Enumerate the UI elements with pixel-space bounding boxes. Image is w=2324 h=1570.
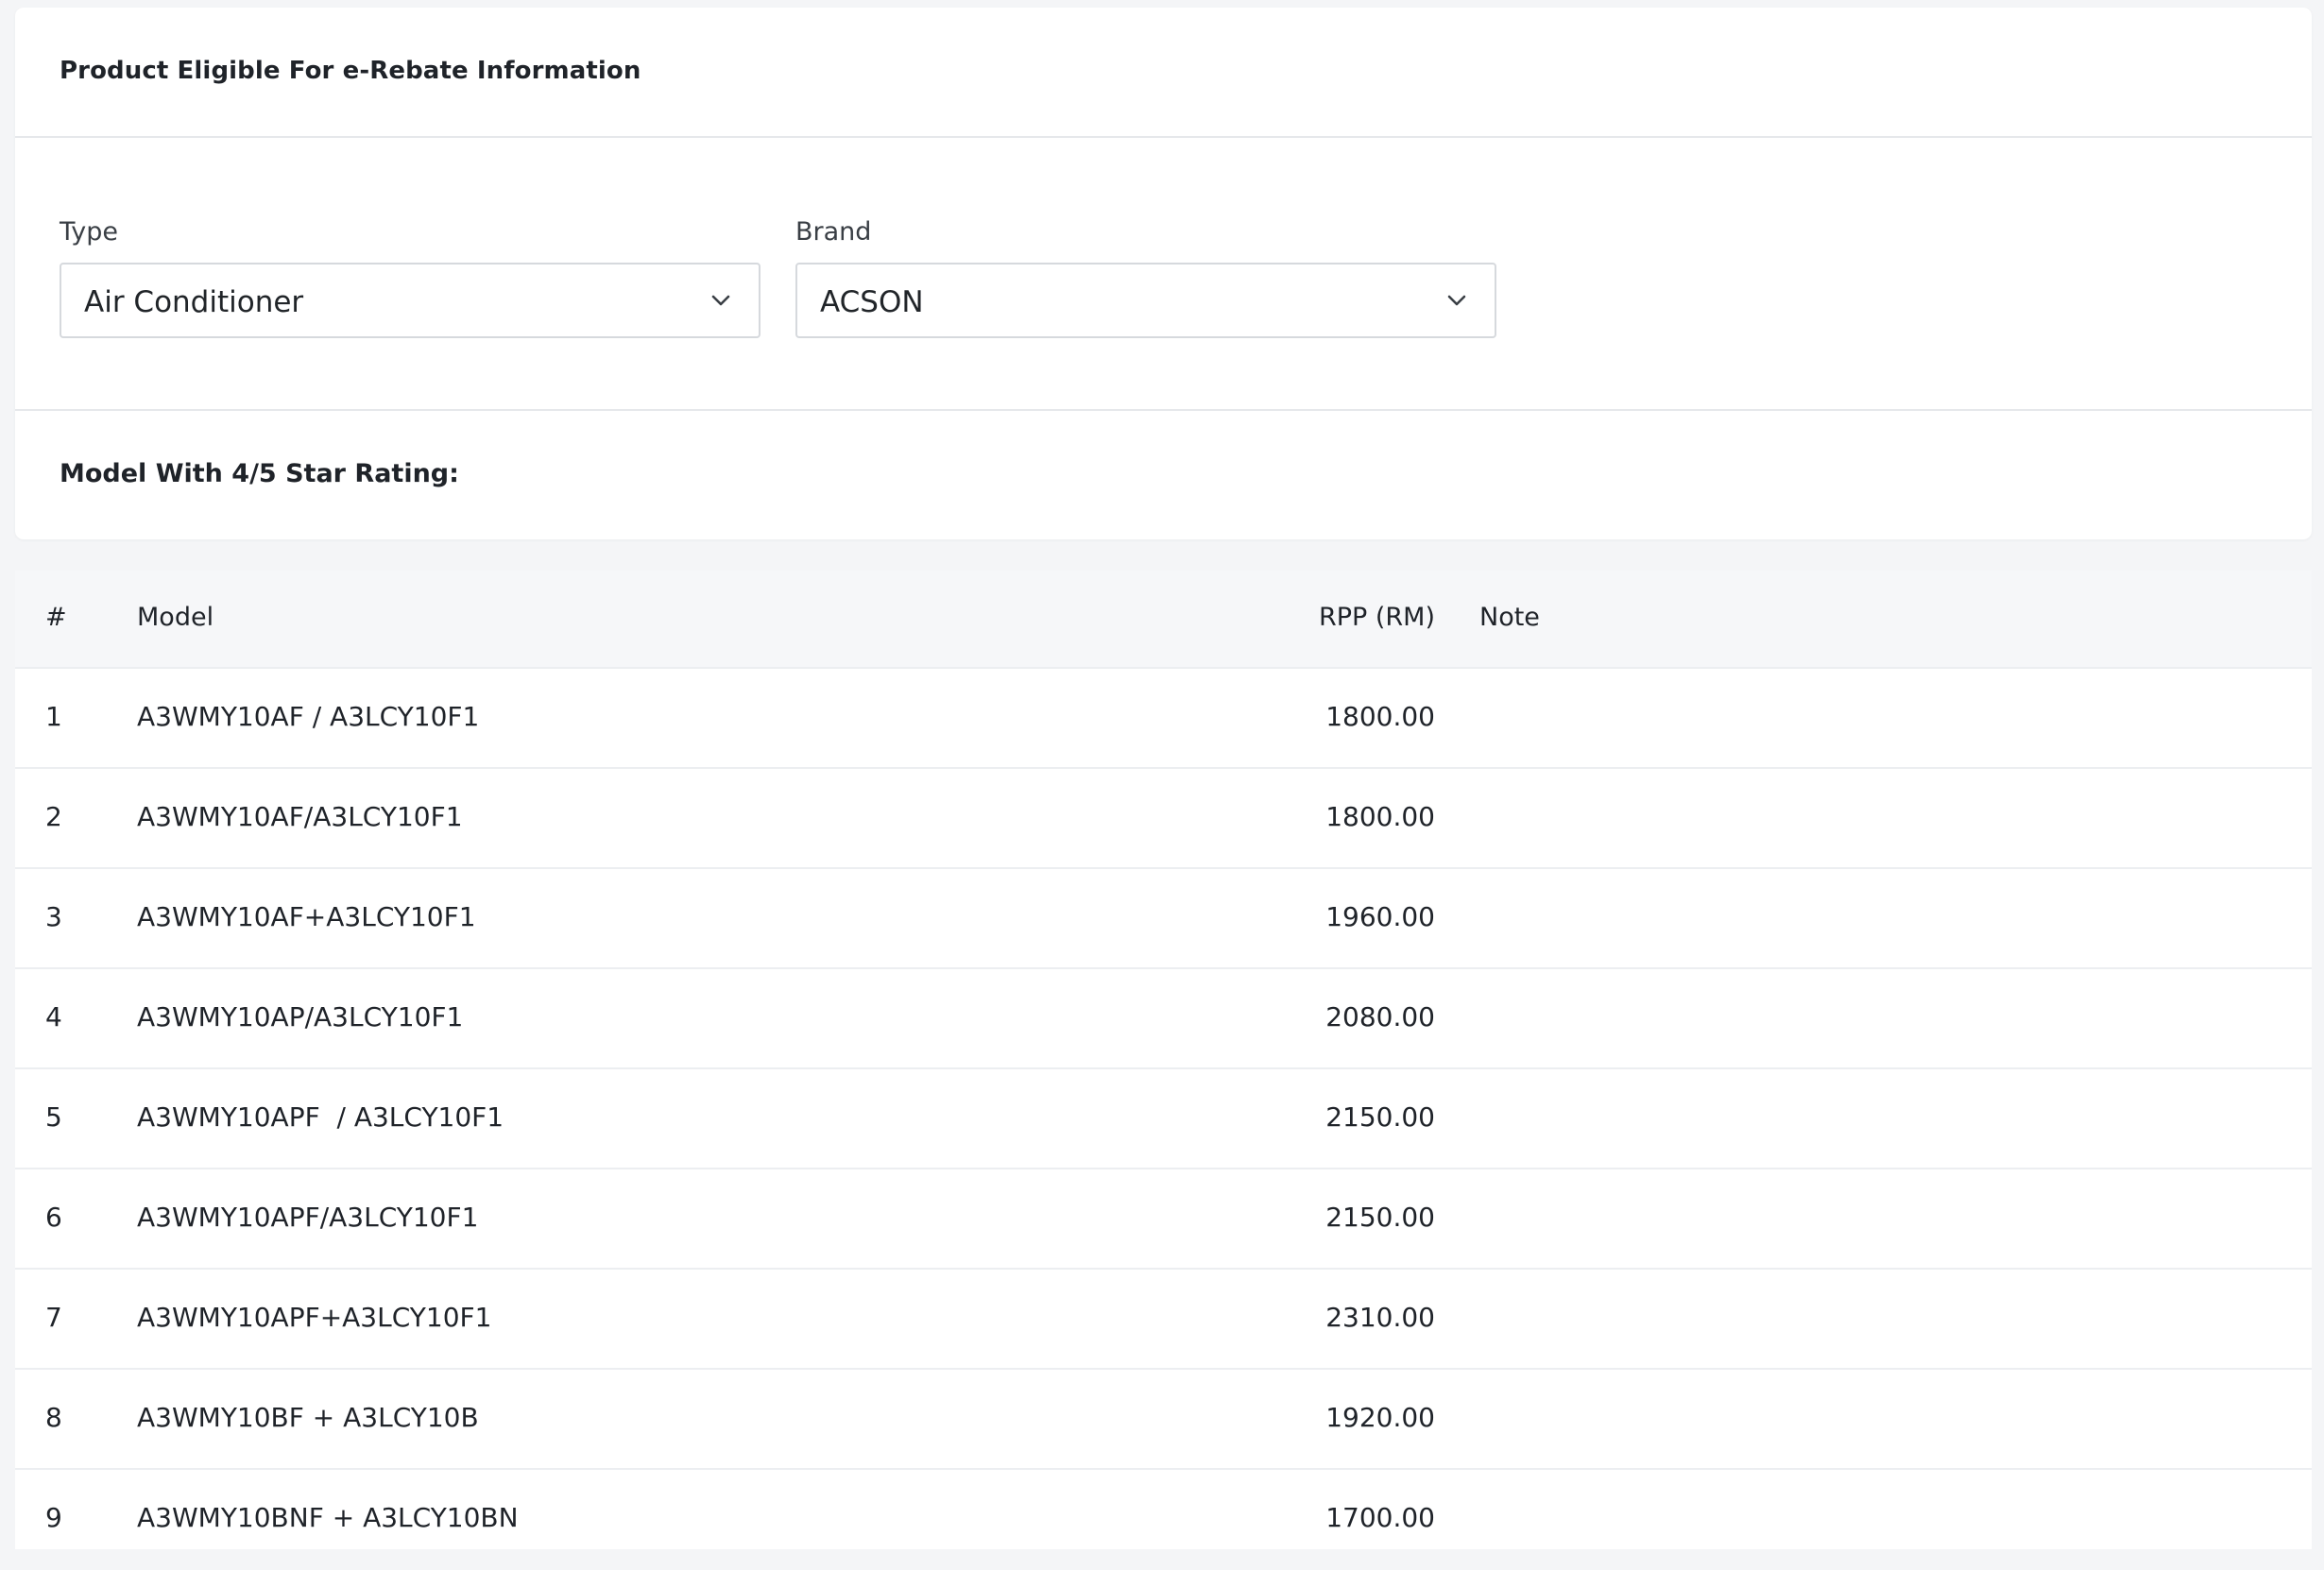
- type-label: Type: [60, 217, 119, 247]
- brand-select[interactable]: ACSON: [795, 263, 1496, 338]
- chevron-down-icon: [1447, 295, 1466, 306]
- table-row: 8 A3WMY10BF + A3LCY10B 1920.00: [15, 1370, 2312, 1470]
- row-rpp: 2310.00: [1325, 1302, 1435, 1333]
- table-row: 6 A3WMY10APF/A3LCY10F1 2150.00: [15, 1169, 2312, 1270]
- row-model: A3WMY10AP/A3LCY10F1: [137, 1001, 464, 1032]
- row-rpp: 1800.00: [1325, 801, 1435, 832]
- table-row: 2 A3WMY10AF/A3LCY10F1 1800.00: [15, 769, 2312, 869]
- row-num: 5: [45, 1101, 62, 1133]
- row-num: 8: [45, 1402, 62, 1433]
- header-note: Note: [1479, 603, 1540, 632]
- row-rpp: 1700.00: [1325, 1502, 1435, 1533]
- row-model: A3WMY10APF / A3LCY10F1: [137, 1101, 504, 1133]
- row-model: A3WMY10AF / A3LCY10F1: [137, 701, 480, 732]
- chevron-down-icon: [711, 295, 730, 306]
- row-num: 6: [45, 1202, 62, 1233]
- row-num: 4: [45, 1001, 62, 1032]
- table-row: 7 A3WMY10APF+A3LCY10F1 2310.00: [15, 1270, 2312, 1370]
- models-table: # Model RPP (RM) Note 1 A3WMY10AF / A3LC…: [15, 571, 2312, 1549]
- row-model: A3WMY10AF+A3LCY10F1: [137, 901, 476, 932]
- table-row: 1 A3WMY10AF / A3LCY10F1 1800.00: [15, 669, 2312, 769]
- table-row: 4 A3WMY10AP/A3LCY10F1 2080.00: [15, 969, 2312, 1069]
- section-label: Model With 4/5 Star Rating:: [60, 459, 459, 488]
- row-model: A3WMY10AF/A3LCY10F1: [137, 801, 463, 832]
- row-rpp: 2150.00: [1325, 1202, 1435, 1233]
- row-num: 2: [45, 801, 62, 832]
- row-model: A3WMY10APF+A3LCY10F1: [137, 1302, 492, 1333]
- type-select-value: Air Conditioner: [84, 285, 304, 319]
- row-model: A3WMY10APF/A3LCY10F1: [137, 1202, 479, 1233]
- row-rpp: 1800.00: [1325, 701, 1435, 732]
- table-row: 9 A3WMY10BNF + A3LCY10BN 1700.00: [15, 1470, 2312, 1570]
- row-num: 9: [45, 1502, 62, 1533]
- header-rpp: RPP (RM): [1318, 603, 1435, 632]
- table-row: 3 A3WMY10AF+A3LCY10F1 1960.00: [15, 869, 2312, 969]
- row-rpp: 2080.00: [1325, 1001, 1435, 1032]
- row-num: 1: [45, 701, 62, 732]
- filter-card: Product Eligible For e-Rebate Informatio…: [15, 8, 2312, 539]
- card-title: Product Eligible For e-Rebate Informatio…: [60, 57, 641, 85]
- table-row: 5 A3WMY10APF / A3LCY10F1 2150.00: [15, 1069, 2312, 1169]
- row-num: 3: [45, 901, 62, 932]
- row-rpp: 2150.00: [1325, 1101, 1435, 1133]
- table-header: # Model RPP (RM) Note: [15, 571, 2312, 669]
- header-model: Model: [137, 603, 214, 632]
- divider: [15, 136, 2312, 138]
- row-model: A3WMY10BF + A3LCY10B: [137, 1402, 479, 1433]
- row-rpp: 1920.00: [1325, 1402, 1435, 1433]
- brand-select-value: ACSON: [820, 285, 924, 319]
- row-num: 7: [45, 1302, 62, 1333]
- divider: [15, 409, 2312, 411]
- header-num: #: [45, 603, 67, 632]
- brand-label: Brand: [795, 217, 872, 247]
- type-select[interactable]: Air Conditioner: [60, 263, 760, 338]
- row-rpp: 1960.00: [1325, 901, 1435, 932]
- row-model: A3WMY10BNF + A3LCY10BN: [137, 1502, 519, 1533]
